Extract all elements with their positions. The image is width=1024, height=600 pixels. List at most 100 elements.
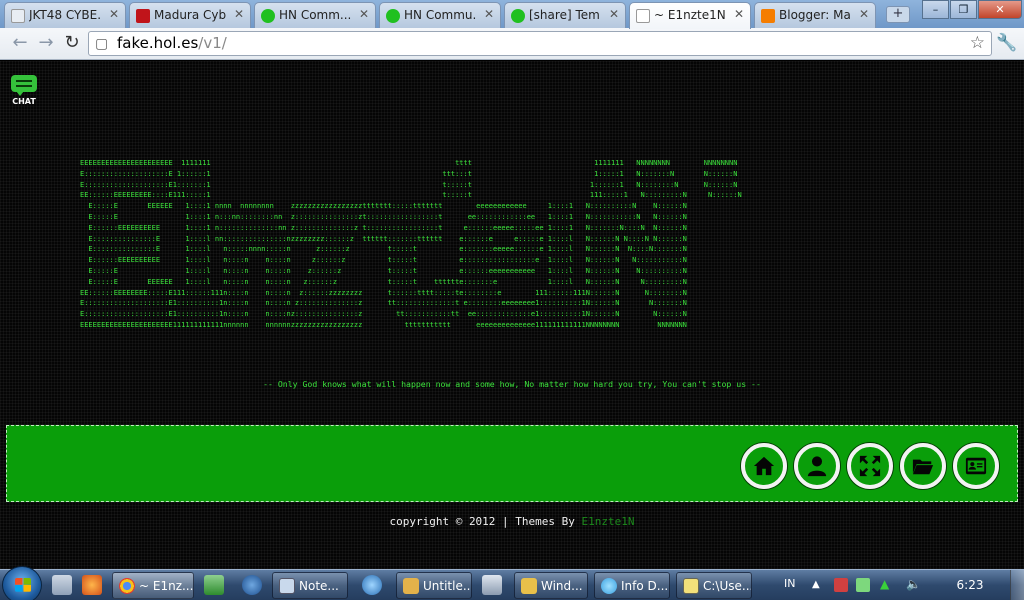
close-icon[interactable]: ✕ <box>734 7 744 21</box>
close-icon: ✕ <box>995 3 1005 16</box>
tray-green-triangle-icon[interactable]: ▲ <box>880 577 894 591</box>
tab-blogger[interactable]: Blogger: Ma... ✕ <box>754 2 876 28</box>
tab-hn-community-1[interactable]: HN Comm... ✕ <box>254 2 376 28</box>
maximize-button[interactable]: ❐ <box>950 0 977 19</box>
tab-label: HN Commu... <box>404 8 476 22</box>
task-label: Wind... <box>541 579 583 593</box>
green-skull-icon <box>511 9 525 23</box>
footer: copyright © 2012 | Themes By E1nzte1N <box>0 515 1024 528</box>
tab-madura[interactable]: Madura Cyb... ✕ <box>129 2 251 28</box>
task-info[interactable]: Info D... <box>594 572 670 599</box>
ascii-art-line: E:::::::::::::::E 1::::l nn:::::::::::::… <box>80 234 687 243</box>
ascii-art-line: E:::::::::::::::E 1::::l n:::::nnnn:::::… <box>80 245 687 254</box>
close-icon[interactable]: ✕ <box>359 7 369 21</box>
close-icon[interactable]: ✕ <box>609 7 619 21</box>
green-skull-icon <box>261 9 275 23</box>
ascii-art-line: E::::::EEEEEEEEEE 1::::l n::::n n::::n z… <box>80 256 687 265</box>
new-tab-button[interactable]: + <box>886 6 910 23</box>
tab-label: HN Comm... <box>279 8 351 22</box>
profile-button[interactable] <box>794 443 840 489</box>
ascii-art-line: EEEEEEEEEEEEEEEEEEEEEE111111111111nnnnnn… <box>80 320 687 329</box>
reload-button[interactable]: ↻ <box>60 32 84 56</box>
firefox-icon[interactable] <box>82 575 102 595</box>
task-text-file[interactable]: C:\Use... <box>676 572 752 599</box>
tab-label: Blogger: Ma... <box>779 8 851 22</box>
show-desktop-quick-icon[interactable] <box>52 575 72 595</box>
tab-hn-community-2[interactable]: HN Commu... ✕ <box>379 2 501 28</box>
ascii-art-line: E:::::E EEEEEE 1::::l n::::n n::::n z:::… <box>80 277 687 286</box>
tab-label: Madura Cyb... <box>154 8 226 22</box>
forward-button[interactable]: → <box>34 32 58 56</box>
folder-button[interactable] <box>900 443 946 489</box>
minimize-icon: – <box>932 3 939 16</box>
bookmark-star-icon[interactable]: ☆ <box>970 33 985 53</box>
window-close-button[interactable]: ✕ <box>978 0 1022 19</box>
author-link[interactable]: E1nzte1N <box>582 515 635 528</box>
close-icon[interactable]: ✕ <box>109 7 119 21</box>
tab-share-template[interactable]: [share] Tem... ✕ <box>504 2 626 28</box>
globe-icon <box>601 578 617 594</box>
start-button[interactable] <box>2 566 42 600</box>
tray-network-icon[interactable] <box>856 578 870 592</box>
blogger-icon <box>761 9 775 23</box>
ascii-art-line: E:::::E EEEEEE 1::::1 nnnn nnnnnnnn zzzz… <box>80 202 687 211</box>
tray-security-icon[interactable] <box>834 578 848 592</box>
expand-icon <box>859 455 881 477</box>
keyboard-icon[interactable] <box>482 575 502 595</box>
task-label: ~ E1nz... <box>139 579 194 593</box>
tray-expand-icon[interactable]: ▲ <box>812 579 826 593</box>
tab-label: [share] Tem... <box>529 8 601 22</box>
minimize-button[interactable]: – <box>922 0 949 19</box>
reload-icon: ↻ <box>64 32 80 53</box>
show-desktop-button[interactable] <box>1010 570 1024 600</box>
home-icon <box>753 456 775 476</box>
ascii-art-line: EE::::::EEEEEEEE:::::E111::::::111n::::n… <box>80 288 687 297</box>
language-indicator[interactable]: IN <box>784 577 795 590</box>
excel-icon[interactable] <box>204 575 224 595</box>
folder-icon <box>912 459 934 475</box>
address-bar[interactable]: ▢ fake.hol.es/v1/ ☆ <box>88 31 992 56</box>
browser-toolbar: ← → ↻ ▢ fake.hol.es/v1/ ☆ 🔧 <box>0 28 1024 60</box>
paint-icon <box>403 578 419 594</box>
plus-icon: + <box>892 6 904 21</box>
fullscreen-button[interactable] <box>847 443 893 489</box>
close-icon[interactable]: ✕ <box>859 7 869 21</box>
wrench-menu-icon[interactable]: 🔧 <box>996 33 1017 53</box>
chat-label: CHAT <box>12 97 36 106</box>
contact-card-icon <box>965 457 987 475</box>
ascii-art-line: E::::::::::::::::::::E1:::::::1 t:::::t … <box>80 180 738 189</box>
forward-arrow-icon: → <box>38 32 54 53</box>
task-paint[interactable]: Untitle... <box>396 572 472 599</box>
tab-jkt48[interactable]: JKT48 CYBE... ✕ <box>4 2 126 28</box>
ascii-art-line: E:::::E 1::::1 n:::nn::::::::nn z:::::::… <box>80 212 687 221</box>
contact-button[interactable] <box>953 443 999 489</box>
home-button[interactable] <box>741 443 787 489</box>
volume-icon[interactable]: 🔈 <box>906 577 921 591</box>
browser-tab-bar: JKT48 CYBE... ✕ Madura Cyb... ✕ HN Comm.… <box>0 0 1024 29</box>
motto-text: -- Only God knows what will happen now a… <box>263 379 761 389</box>
task-chrome[interactable]: ~ E1nz... <box>112 572 194 599</box>
ascii-art-line: EE::::::EEEEEEEEE::::E111:::::1 t:::::t … <box>80 191 742 200</box>
windows-taskbar: ~ E1nz... Note... Untitle... Wind... Inf… <box>0 566 1024 600</box>
chat-bubble-icon <box>11 75 37 92</box>
madura-logo-icon <box>136 9 150 23</box>
sync-icon[interactable] <box>362 575 382 595</box>
clock[interactable]: 6:23 <box>950 578 990 592</box>
url-path: /v1/ <box>198 34 227 52</box>
chat-widget[interactable]: CHAT <box>10 75 38 106</box>
back-button[interactable]: ← <box>8 32 32 56</box>
green-skull-icon <box>386 9 400 23</box>
document-icon <box>636 9 650 23</box>
document-icon <box>11 9 25 23</box>
ascii-art-line: E::::::::::::::::::::E1::::::::::1n::::n… <box>80 299 687 308</box>
web-page: CHAT EEEEEEEEEEEEEEEEEEEEEE 1111111 tttt… <box>0 61 1024 569</box>
tab-e1nzte1n-active[interactable]: ~ E1nzte1N ... ✕ <box>629 2 751 29</box>
close-icon[interactable]: ✕ <box>234 7 244 21</box>
task-windows-explorer[interactable]: Wind... <box>514 572 588 599</box>
close-icon[interactable]: ✕ <box>484 7 494 21</box>
ascii-art-line: E::::::::::::::::::::E 1::::::1 ttt:::t … <box>80 169 738 178</box>
ascii-art-line: EEEEEEEEEEEEEEEEEEEEEE 1111111 tttt 1111… <box>80 159 738 167</box>
task-notepad[interactable]: Note... <box>272 572 348 599</box>
media-player-icon[interactable] <box>242 575 262 595</box>
notepad-icon <box>279 578 295 594</box>
